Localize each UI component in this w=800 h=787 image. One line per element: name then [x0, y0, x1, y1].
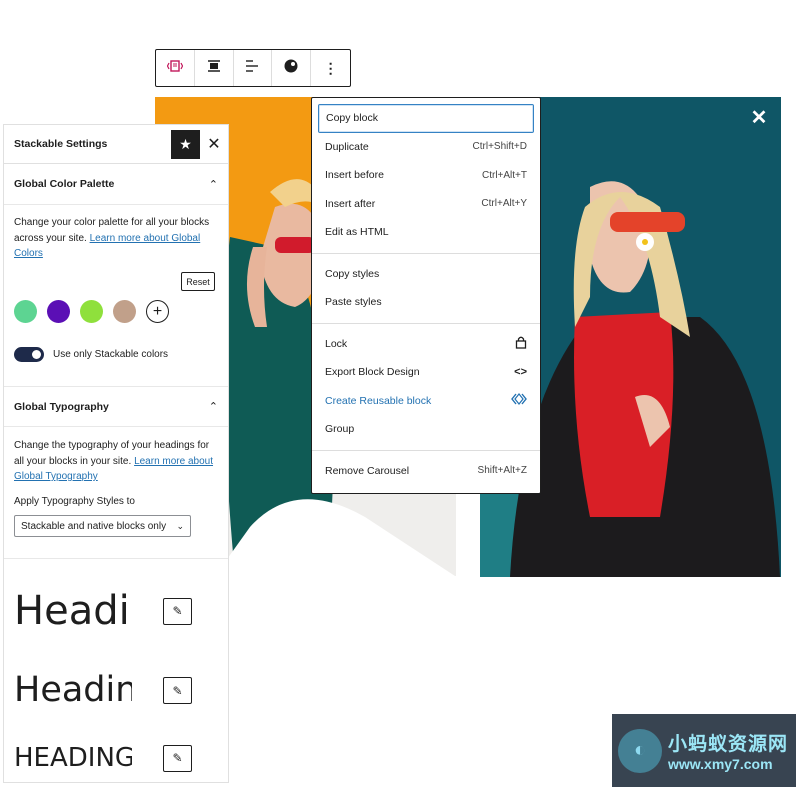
reusable-block-icon — [511, 393, 527, 408]
carousel-block-icon — [166, 59, 184, 78]
select-value: Stackable and native blocks only — [21, 520, 167, 532]
toggle-label: Use only Stackable colors — [53, 349, 169, 360]
menu-item-label: Duplicate — [325, 140, 369, 153]
menu-item-label: Paste styles — [325, 296, 382, 309]
chevron-up-icon: ⌃ — [208, 178, 218, 191]
color-palette-section-toggle[interactable]: Global Color Palette ⌃ — [4, 164, 228, 205]
menu-item-shortcut: Ctrl+Shift+D — [472, 141, 527, 153]
menu-item-label: Insert after — [325, 197, 376, 210]
block-toolbar: ⋮ — [155, 49, 351, 87]
color-swatch[interactable] — [14, 300, 37, 323]
menu-group-block: Copy block Duplicate Ctrl+Shift+D Insert… — [312, 98, 540, 254]
add-color-icon[interactable]: + — [146, 300, 169, 323]
stackable-colors-toggle-row: Use only Stackable colors — [14, 347, 168, 362]
heading-1-row: Heading 1 ✎ — [14, 591, 192, 631]
color-swatches: + — [14, 300, 169, 323]
section-title: Global Typography — [14, 400, 109, 413]
typography-section-toggle[interactable]: Global Typography ⌃ — [4, 386, 228, 427]
code-icon: <> — [514, 366, 527, 379]
apply-typography-select[interactable]: Stackable and native blocks only ⌄ — [14, 515, 191, 537]
menu-item-shortcut: Ctrl+Alt+Y — [481, 198, 527, 210]
carousel-block-button[interactable] — [156, 50, 195, 86]
heading-2-row: Heading 2 ✎ — [14, 673, 192, 708]
stackable-design-button[interactable] — [272, 50, 312, 86]
typography-description: Change the typography of your headings f… — [4, 438, 228, 485]
watermark-text: 小蚂蚁资源网 www.xmy7.com — [668, 729, 788, 772]
lock-icon — [515, 335, 527, 352]
menu-item-insert-before[interactable]: Insert before Ctrl+Alt+T — [318, 161, 534, 190]
panel-header: Stackable Settings ★ ✕ — [4, 125, 228, 164]
close-icon[interactable]: ✕ — [749, 108, 769, 128]
menu-item-shortcut: Shift+Alt+Z — [477, 465, 527, 477]
stackable-design-icon — [283, 58, 299, 79]
menu-item-lock[interactable]: Lock — [318, 330, 534, 359]
menu-item-label: Copy block — [326, 112, 378, 125]
text-align-button[interactable] — [234, 50, 273, 86]
pencil-icon: ✎ — [172, 751, 183, 765]
more-options-icon: ⋮ — [323, 59, 338, 76]
menu-item-label: Group — [325, 423, 355, 436]
menu-item-label: Create Reusable block — [325, 394, 432, 407]
typography-body: Change the typography of your headings f… — [4, 438, 228, 537]
stackable-settings-panel: Stackable Settings ★ ✕ Global Color Pale… — [3, 124, 229, 783]
chevron-up-icon: ⌃ — [208, 401, 218, 413]
pencil-icon: ✎ — [172, 604, 183, 618]
watermark-cn: 小蚂蚁资源网 — [668, 734, 789, 755]
menu-item-duplicate[interactable]: Duplicate Ctrl+Shift+D — [318, 133, 534, 162]
heading-3-row: HEADING 3 ✎ — [14, 744, 192, 772]
stackable-colors-toggle[interactable] — [14, 347, 44, 362]
edit-heading-1-button[interactable]: ✎ — [163, 597, 192, 625]
block-options-menu: Copy block Duplicate Ctrl+Shift+D Insert… — [311, 97, 541, 494]
menu-item-export-block-design[interactable]: Export Block Design <> — [318, 358, 534, 387]
close-icon[interactable]: ✕ — [200, 134, 228, 154]
menu-item-paste-styles[interactable]: Paste styles — [318, 288, 534, 317]
menu-item-group[interactable]: Group — [318, 415, 534, 444]
align-button[interactable] — [195, 50, 234, 86]
more-options-button[interactable]: ⋮ — [311, 50, 350, 86]
menu-item-shortcut: Ctrl+Alt+T — [481, 169, 527, 181]
edit-heading-3-button[interactable]: ✎ — [163, 744, 192, 772]
menu-group-styles: Copy styles Paste styles — [312, 254, 540, 324]
color-swatch[interactable] — [47, 300, 70, 323]
menu-item-label: Insert before — [325, 169, 384, 182]
menu-item-insert-after[interactable]: Insert after Ctrl+Alt+Y — [318, 190, 534, 219]
divider — [4, 558, 228, 559]
heading-2-preview: Heading 2 — [14, 673, 132, 708]
watermark: ◐ 小蚂蚁资源网 www.xmy7.com — [612, 714, 796, 787]
menu-item-copy-styles[interactable]: Copy styles — [318, 260, 534, 289]
edit-heading-2-button[interactable]: ✎ — [163, 677, 192, 704]
menu-group-remove: Remove Carousel Shift+Alt+Z — [312, 451, 540, 492]
reset-button[interactable]: Reset — [181, 272, 215, 291]
star-icon[interactable]: ★ — [171, 129, 200, 159]
menu-item-label: Edit as HTML — [325, 226, 389, 239]
apply-typography-label: Apply Typography Styles to — [14, 495, 135, 507]
menu-group-tools: Lock Export Block Design <> Create Reusa… — [312, 324, 540, 451]
menu-item-remove-carousel[interactable]: Remove Carousel Shift+Alt+Z — [318, 457, 534, 486]
color-swatch[interactable] — [80, 300, 103, 323]
menu-item-create-reusable-block[interactable]: Create Reusable block — [318, 387, 534, 416]
color-palette-description: Change your color palette for all your b… — [4, 215, 228, 262]
color-swatch[interactable] — [113, 300, 136, 323]
menu-item-label: Copy styles — [325, 267, 380, 280]
align-text-icon — [244, 58, 260, 79]
menu-item-label: Remove Carousel — [325, 464, 410, 477]
menu-item-label: Export Block Design — [325, 366, 420, 379]
chevron-down-icon: ⌄ — [176, 520, 184, 531]
panel-header-actions: ★ ✕ — [171, 129, 228, 159]
menu-item-label: Lock — [325, 337, 348, 350]
heading-3-preview: HEADING 3 — [14, 745, 132, 771]
watermark-url: www.xmy7.com — [668, 756, 773, 772]
panel-title: Stackable Settings — [14, 138, 108, 150]
menu-item-edit-as-html[interactable]: Edit as HTML — [318, 218, 534, 247]
menu-item-copy-block[interactable]: Copy block — [318, 104, 534, 133]
align-center-icon — [206, 58, 222, 79]
section-title: Global Color Palette — [14, 178, 115, 190]
watermark-logo-icon: ◐ — [618, 728, 662, 773]
heading-1-preview: Heading 1 — [14, 591, 132, 631]
pencil-icon: ✎ — [172, 683, 183, 698]
